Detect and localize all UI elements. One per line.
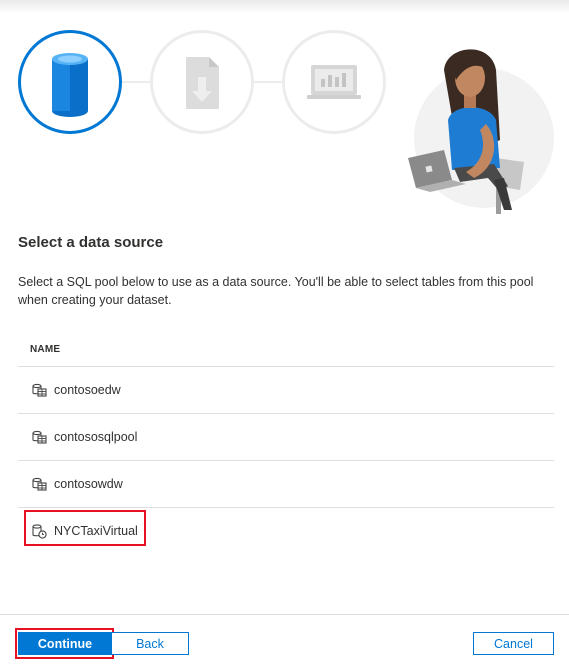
person-with-laptop-illustration [408,49,554,214]
row-label: contososqlpool [54,430,138,444]
sql-pool-icon [30,475,48,493]
back-button[interactable]: Back [111,632,189,655]
table-row-contososqlpool[interactable]: contososqlpool [18,414,554,461]
database-icon [52,53,88,117]
footer-bar: Continue Back Cancel [0,614,569,665]
wizard-steps [0,0,400,140]
step-data-source [18,30,122,134]
sql-pool-icon [30,428,48,446]
sql-pool-icon [30,381,48,399]
row-label: contosoedw [54,383,121,397]
row-highlight-annotation [24,510,146,546]
cancel-button[interactable]: Cancel [473,632,554,655]
row-label: contosowdw [54,477,123,491]
page-description: Select a SQL pool below to use as a data… [18,275,534,307]
table-row-contosowdw[interactable]: contosowdw [18,461,554,508]
table-header-name: NAME [18,332,554,367]
report-monitor-icon [307,65,361,99]
step-report [282,30,386,134]
download-document-icon [186,57,219,109]
step-download [150,30,254,134]
continue-highlight-annotation [15,628,114,659]
table-row-contosoedw[interactable]: contosoedw [18,367,554,414]
page-heading: Select a data source [18,234,164,251]
